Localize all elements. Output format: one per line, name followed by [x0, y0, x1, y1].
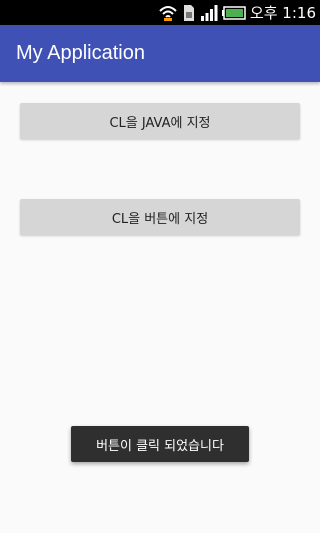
- status-clock: 오후 1:16: [249, 4, 316, 22]
- sim-card-icon: [182, 4, 196, 22]
- signal-icon: [200, 4, 218, 21]
- set-cl-in-java-button[interactable]: CL을 JAVA에 지정: [20, 103, 300, 139]
- wifi-hotspot-icon: [158, 4, 178, 22]
- battery-icon: [221, 5, 246, 20]
- app-bar: My Application: [0, 25, 320, 82]
- app-title: My Application: [16, 42, 145, 64]
- status-bar: 오후 1:16: [0, 0, 320, 25]
- toast-message: 버튼이 클릭 되었습니다: [71, 426, 249, 462]
- set-cl-on-button-button[interactable]: CL을 버튼에 지정: [20, 199, 300, 235]
